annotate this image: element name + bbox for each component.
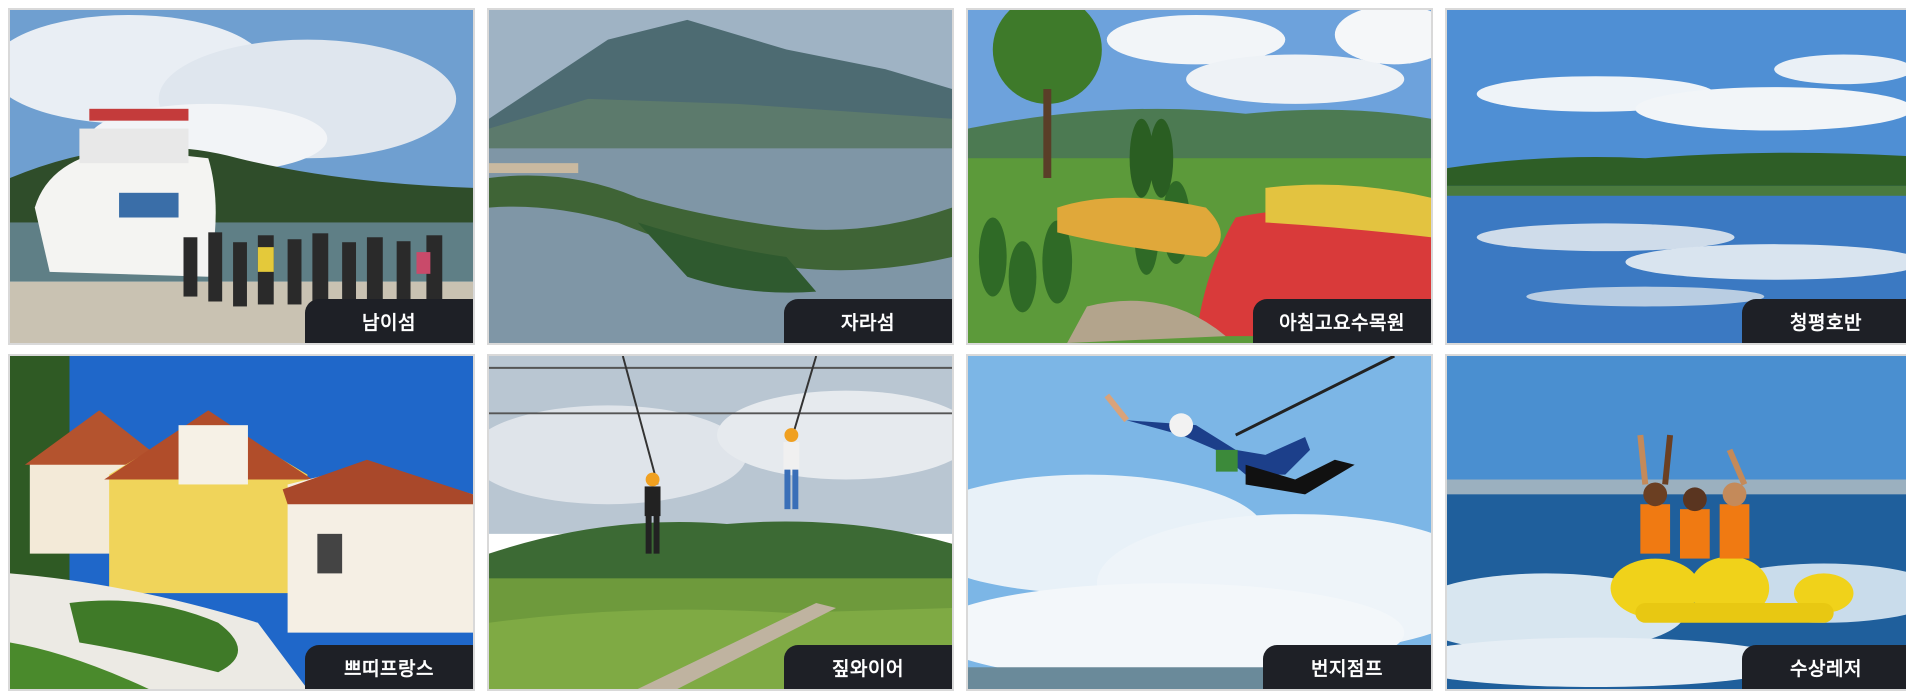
- zipwire-photo: [489, 356, 952, 689]
- tile-garden-of-morning-calm[interactable]: 아침고요수목원: [966, 8, 1433, 345]
- french-village-photo: [10, 356, 473, 689]
- bungee-jump-photo: [968, 356, 1431, 689]
- tile-label: 번지점프: [1263, 645, 1431, 689]
- tile-zipwire[interactable]: 짚와이어: [487, 354, 954, 691]
- tile-cheongpyeong-lake[interactable]: 청평호반: [1445, 8, 1906, 345]
- tile-label: 수상레저: [1742, 645, 1906, 689]
- tile-water-leisure[interactable]: 수상레저: [1445, 354, 1906, 691]
- tile-nami-island[interactable]: 남이섬: [8, 8, 475, 345]
- tile-jara-island[interactable]: 자라섬: [487, 8, 954, 345]
- tile-label: 남이섬: [305, 299, 473, 343]
- attraction-grid: 남이섬 자라섬 아침고요수목원 청평호반 쁘띠프랑스 짚와이어 번지점프 수상레…: [0, 0, 1906, 693]
- ferry-island-photo: [10, 10, 473, 343]
- tile-label: 짚와이어: [784, 645, 952, 689]
- tile-label: 자라섬: [784, 299, 952, 343]
- banana-boat-photo: [1447, 356, 1906, 689]
- tile-bungee-jump[interactable]: 번지점프: [966, 354, 1433, 691]
- river-island-photo: [489, 10, 952, 343]
- arboretum-garden-photo: [968, 10, 1431, 343]
- tile-label: 아침고요수목원: [1253, 299, 1431, 343]
- tile-petite-france[interactable]: 쁘띠프랑스: [8, 354, 475, 691]
- tile-label: 쁘띠프랑스: [305, 645, 473, 689]
- tile-label: 청평호반: [1742, 299, 1906, 343]
- lake-reflection-photo: [1447, 10, 1906, 343]
